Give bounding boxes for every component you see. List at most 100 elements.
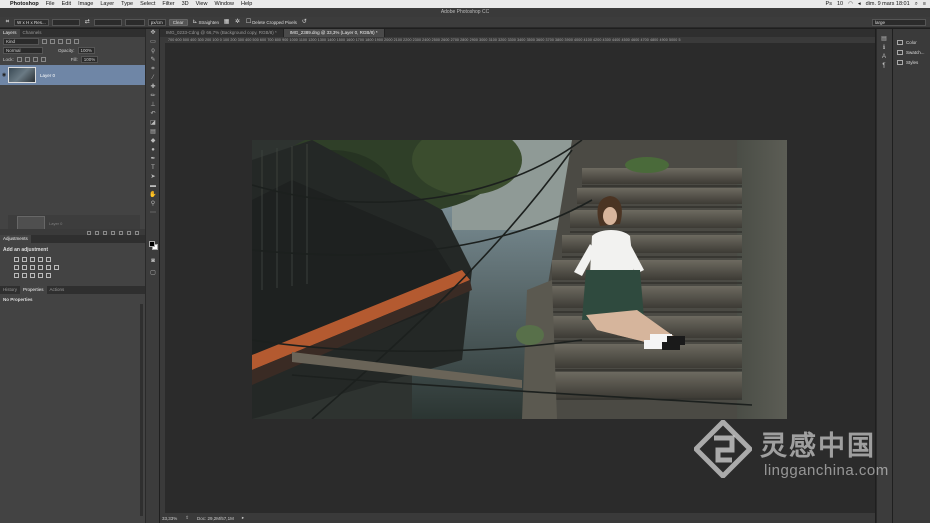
blur-tool-icon[interactable]: ◆ [146, 137, 160, 146]
type-tool-icon[interactable]: T [146, 164, 160, 173]
hue-saturation-icon[interactable] [14, 265, 19, 270]
link-icon[interactable] [87, 230, 91, 235]
straighten-icon[interactable]: ⊾ [192, 19, 199, 26]
blend-mode-select[interactable]: Normal [3, 47, 43, 54]
exposure-icon[interactable] [38, 257, 43, 262]
swap-icon[interactable]: ⇄ [84, 19, 91, 26]
lock-pixels-icon[interactable] [16, 57, 22, 62]
height-field[interactable] [93, 18, 122, 26]
wifi-icon[interactable]: ◠ [848, 1, 853, 7]
menu-layer[interactable]: Layer [100, 1, 114, 7]
delete-cropped-label[interactable]: Delete Cropped Pixels [252, 20, 297, 25]
levels-icon[interactable] [22, 257, 27, 262]
curves-icon[interactable] [30, 257, 35, 262]
color-lookup-icon[interactable] [54, 265, 59, 270]
path-select-tool-icon[interactable]: ➤ [146, 173, 160, 182]
history-brush-tool-icon[interactable]: ↶ [146, 110, 160, 119]
filter-adjust-icon[interactable] [50, 39, 55, 44]
character-panel-icon[interactable]: A [877, 53, 891, 62]
menu-image[interactable]: Image [78, 1, 93, 7]
dodge-tool-icon[interactable]: ● [146, 146, 160, 155]
clock[interactable]: dim. 9 mars 18:01 [866, 1, 910, 7]
screen-mode-icon[interactable]: ▢ [146, 269, 160, 278]
lock-move-icon[interactable] [32, 57, 38, 62]
trash-icon[interactable] [135, 230, 139, 235]
vibrance-icon[interactable] [46, 257, 51, 262]
crop-tool-icon[interactable]: ⌗ [146, 65, 160, 74]
move-tool-icon[interactable]: ✥ [146, 29, 160, 38]
layer-thumbnail[interactable] [8, 67, 36, 83]
mask-icon[interactable] [103, 230, 107, 235]
quick-select-tool-icon[interactable]: ✎ [146, 56, 160, 65]
gradient-tool-icon[interactable]: ▤ [146, 128, 160, 137]
reset-icon[interactable]: ↺ [301, 19, 308, 26]
menu-file[interactable]: File [46, 1, 55, 7]
pen-tool-icon[interactable]: ✒ [146, 155, 160, 164]
layer-name[interactable]: Layer 0 [40, 73, 55, 78]
eyedropper-tool-icon[interactable]: ⁄ [146, 74, 160, 83]
ratio-select[interactable]: W x H x Res... [14, 18, 49, 26]
list-icon[interactable]: ≡ [923, 1, 926, 7]
document-tab-1[interactable]: IMG_0233-Cdng @ 66,7% (Background copy, … [160, 29, 284, 37]
document-tab-2[interactable]: IMG_2389.dng @ 33,3% (Layer 0, RGB/8) * [283, 29, 385, 37]
zoom-tool-icon[interactable]: ⚲ [146, 200, 160, 209]
eraser-tool-icon[interactable]: ◪ [146, 119, 160, 128]
menu-view[interactable]: View [196, 1, 208, 7]
quick-mask-icon[interactable]: ◙ [146, 257, 160, 266]
group-icon[interactable] [119, 230, 123, 235]
posterize-icon[interactable] [22, 273, 27, 278]
adjustment-layer-icon[interactable] [111, 230, 115, 235]
selective-color-icon[interactable] [46, 273, 51, 278]
lock-paint-icon[interactable] [24, 57, 30, 62]
tab-history[interactable]: History [0, 286, 20, 294]
menu-help[interactable]: Help [241, 1, 252, 7]
properties-scrollbar[interactable] [140, 304, 143, 516]
menu-app-name[interactable]: Photoshop [10, 1, 39, 7]
channel-mixer-icon[interactable] [46, 265, 51, 270]
new-layer-icon[interactable] [127, 230, 131, 235]
kind-filter[interactable]: Kind [3, 38, 39, 45]
fill-field[interactable]: 100% [80, 56, 99, 63]
volume-icon[interactable]: ◂ [858, 1, 861, 7]
filter-type-icon[interactable] [58, 39, 63, 44]
filter-shape-icon[interactable] [66, 39, 71, 44]
document-photo[interactable] [252, 140, 787, 419]
overlay-icon[interactable]: ▦ [223, 19, 230, 26]
shape-tool-icon[interactable]: ▬ [146, 182, 160, 191]
tab-adjustments[interactable]: Adjustments [0, 235, 31, 243]
status-menu-icon[interactable]: ▸ [242, 515, 244, 521]
photo-filter-icon[interactable] [38, 265, 43, 270]
clone-stamp-tool-icon[interactable]: ⊥ [146, 101, 160, 110]
menu-window[interactable]: Window [214, 1, 234, 7]
workspace-select[interactable]: large [872, 19, 926, 26]
foreground-color-swatch[interactable] [149, 241, 155, 247]
brightness-icon[interactable] [14, 257, 19, 262]
visibility-eye-icon[interactable]: ◉ [0, 72, 8, 78]
checkbox-delete-cropped[interactable]: ☐ [245, 19, 252, 26]
info-panel-icon[interactable]: ℹ [877, 44, 891, 53]
color-panel-item[interactable]: Color [893, 37, 930, 47]
hand-tool-icon[interactable]: ✋ [146, 191, 160, 200]
styles-panel-item[interactable]: Styles [893, 57, 930, 67]
swatches-panel-item[interactable]: Swatch... [893, 47, 930, 57]
unit-select[interactable]: px/cm [147, 18, 166, 26]
tab-channels[interactable]: Channels [20, 29, 45, 37]
filter-smart-icon[interactable] [74, 39, 79, 44]
width-field[interactable] [51, 18, 80, 26]
menu-select[interactable]: Select [140, 1, 155, 7]
menu-type[interactable]: Type [121, 1, 133, 7]
gear-icon[interactable]: ✲ [234, 19, 241, 26]
resolution-field[interactable] [124, 18, 145, 26]
straighten-label[interactable]: Straighten [199, 20, 220, 25]
color-balance-icon[interactable] [22, 265, 27, 270]
photoshop-status-icon[interactable]: Ps [826, 1, 832, 7]
invert-icon[interactable] [14, 273, 19, 278]
fx-icon[interactable] [95, 230, 99, 235]
brush-tool-icon[interactable]: ✏ [146, 92, 160, 101]
extras-tool-icon[interactable]: ⋯ [146, 209, 160, 218]
history-panel-icon[interactable]: ▤ [877, 35, 891, 44]
lasso-tool-icon[interactable]: ϙ [146, 47, 160, 56]
spotlight-icon[interactable]: ⌕ [915, 1, 918, 8]
tab-layers[interactable]: Layers [0, 29, 20, 37]
battery-count[interactable]: 10 [837, 1, 843, 7]
